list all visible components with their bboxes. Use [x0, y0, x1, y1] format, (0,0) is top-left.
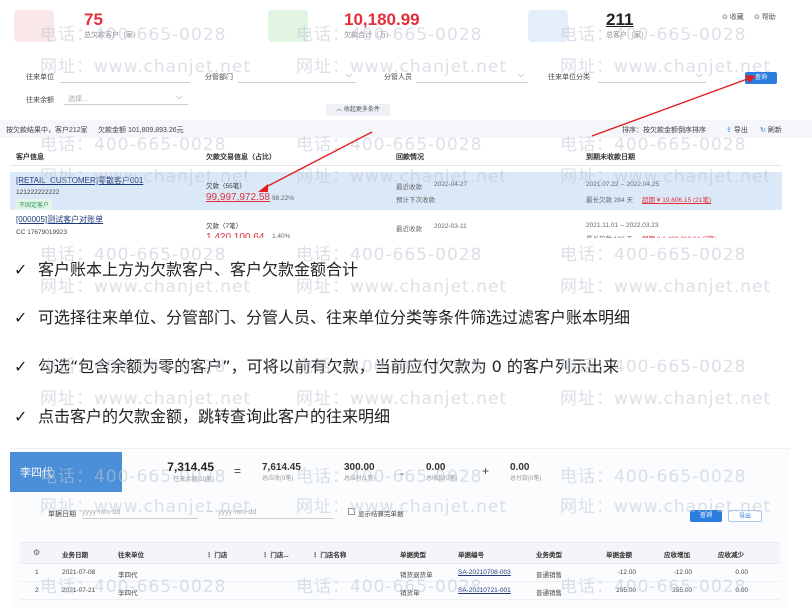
grid-th: 业务类型 — [536, 552, 562, 559]
cell-increase: -12.00 — [673, 569, 692, 576]
grid-th: 往来单位 — [118, 552, 144, 559]
grid-th: 业务日期 — [62, 552, 88, 559]
row-index: 1 — [35, 569, 39, 576]
row-index: 2 — [35, 587, 39, 594]
equals-sign: = — [234, 464, 242, 478]
show-settled-checkbox[interactable] — [348, 508, 355, 515]
grid-th: ⋮ 门店名称 — [312, 552, 347, 559]
grid-th: 应收增加 — [664, 552, 690, 559]
balance-value: 7,314.45 — [167, 460, 214, 474]
received-label: 总收款(0笔) — [426, 476, 458, 482]
cell-unit: 李四代 — [118, 590, 138, 597]
bullet-item: ✓ 点击客户的欠款金额，跳转查询此客户的往来明细 — [14, 407, 391, 426]
receivable-value: 7,614.45 — [262, 462, 301, 473]
cell-date: 2021-07-08 — [62, 569, 96, 576]
bullet-item: ✓ 客户账本上方为欠款客户、客户欠款金额合计 — [14, 260, 359, 279]
date-dash: — — [206, 508, 213, 515]
check-icon: ✓ — [14, 260, 28, 279]
balance-summary: 7,314.45 往来余额(10笔) — [166, 460, 214, 483]
payment-label: 总付款(0笔) — [510, 476, 542, 482]
bullet-item: ✓ 勾选“包含余额为零的客户”，可将以前有欠款，当前应付欠款为 0 的客户列示出来 — [14, 357, 619, 376]
watermark: 网址：www.chanjet.net — [560, 389, 772, 409]
date-label: 单据日期 — [48, 511, 76, 518]
detail-query-button[interactable]: 查询 — [690, 510, 722, 522]
bullet-item: ✓ 可选择往来单位、分管部门、分管人员、往来单位分类等条件筛选过滤客户账本明细 — [14, 308, 631, 327]
cell-biz-type: 普通销售 — [536, 572, 562, 579]
cell-decrease: 0.00 — [735, 587, 748, 594]
payment-value: 0.00 — [510, 462, 530, 473]
show-settled-label: 显示结算完单据 — [358, 511, 404, 518]
cell-biz-type: 普通销售 — [536, 590, 562, 597]
plus-sign: + — [482, 464, 490, 478]
check-icon: ✓ — [14, 407, 28, 426]
grid-th: ⋮ 门店... — [262, 552, 289, 559]
cell-doc-type: 销货退货单 — [400, 572, 433, 579]
received-value: 0.00 — [426, 462, 446, 473]
detail-export-button[interactable]: 导出 — [728, 510, 762, 522]
cell-unit: 李四代 — [118, 572, 138, 579]
arrow-to-query-button — [591, 77, 751, 137]
cell-amount: 255.00 — [616, 587, 636, 594]
arrow-head — [258, 184, 268, 192]
annotation-arrows — [258, 75, 756, 192]
cell-amount: -12.00 — [617, 569, 636, 576]
arrow-to-debt-amount — [263, 131, 373, 189]
received-summary: 0.00 总收款(0笔) — [426, 462, 457, 482]
customer-name-header: 李四代 — [10, 452, 122, 492]
payable-label: 总应付(1笔) — [344, 476, 376, 482]
payable-summary: 300.00 总应付(1笔) — [344, 462, 375, 482]
payment-summary: 0.00 总付款(0笔) — [510, 462, 541, 482]
grid-th: 单据金额 — [606, 552, 632, 559]
cell-increase: 255.00 — [672, 587, 692, 594]
doc-number-link[interactable]: SA-20210708-003 — [458, 569, 511, 576]
minus-sign: - — [400, 466, 404, 480]
cell-date: 2021-07-21 — [62, 587, 96, 594]
cell-decrease: 0.00 — [735, 569, 748, 576]
check-icon: ✓ — [14, 357, 28, 376]
check-icon: ✓ — [14, 308, 28, 327]
grid-th: ⋮ 门店 — [206, 552, 228, 559]
settings-icon[interactable]: ⚙ — [33, 548, 40, 557]
receivable-summary: 7,614.45 总应收(9笔) — [262, 462, 301, 482]
doc-number-link[interactable]: SA-20210721-001 — [458, 587, 511, 594]
cell-doc-type: 销货单 — [400, 590, 420, 597]
date-from-input[interactable]: yyyy-mm-dd — [82, 509, 198, 519]
grid-th: 应收减少 — [718, 552, 744, 559]
watermark: 网址：www.chanjet.net — [560, 277, 772, 297]
grid-th: 单据类型 — [400, 552, 426, 559]
date-to-input[interactable]: yyyy-mm-dd — [218, 509, 334, 519]
receivable-label: 总应收(9笔) — [262, 476, 294, 482]
payable-value: 300.00 — [344, 462, 375, 473]
grid-th: 单据编号 — [458, 552, 484, 559]
balance-label: 往来余额(10笔) — [173, 477, 214, 483]
